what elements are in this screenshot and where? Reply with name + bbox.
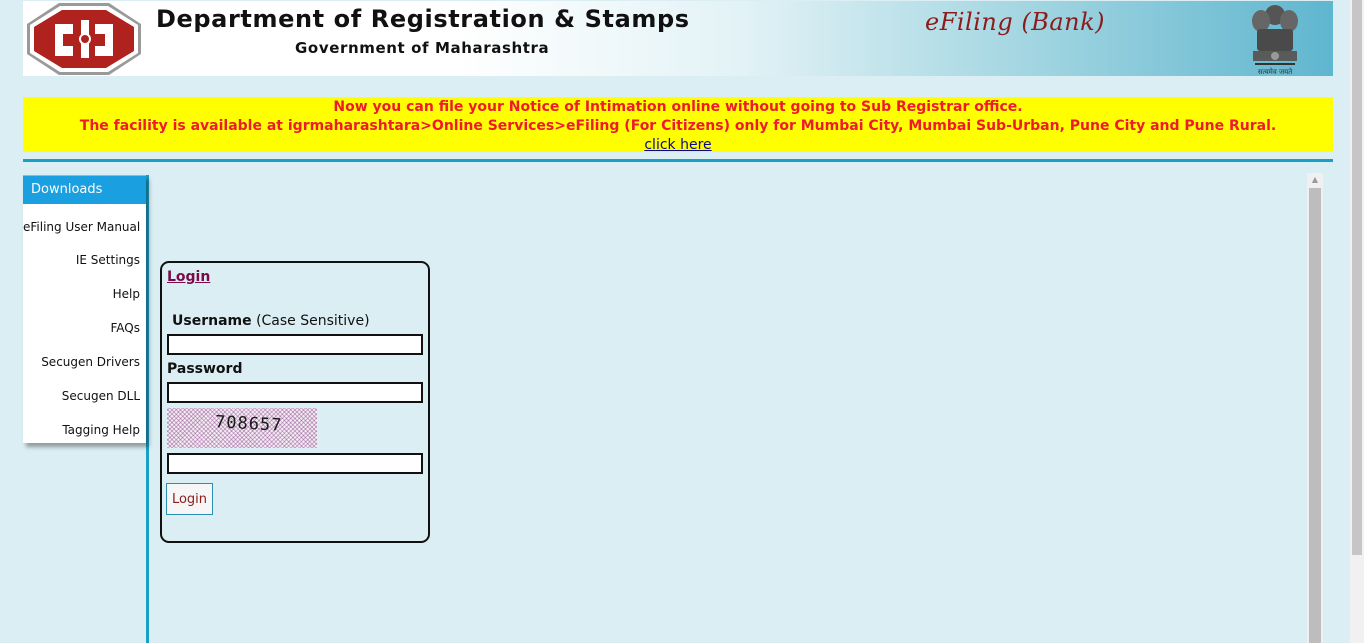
sidebar-item-ie-settings[interactable]: IE Settings [23,238,146,272]
case-sensitive-hint: (Case Sensitive) [256,313,370,329]
sidebar-item-efiling-user-manual[interactable]: eFiling User Manual [23,204,146,238]
login-panel: Login Username (Case Sensitive) Password… [160,261,430,543]
sidebar-item-tagging-help[interactable]: Tagging Help [23,408,146,442]
captcha-input[interactable] [167,453,423,474]
notice-banner: Now you can file your Notice of Intimati… [23,97,1333,155]
login-heading-link[interactable]: Login [167,269,210,285]
efiling-bank-title: eFiling (Bank) [925,8,1106,36]
login-button[interactable]: Login [166,483,213,515]
password-input[interactable] [167,382,423,403]
emblem-caption: सत्यमेव जयते [1258,67,1293,76]
department-logo-icon [27,3,141,75]
sidebar-item-secugen-dll[interactable]: Secugen DLL [23,374,146,408]
password-label: Password [167,361,243,377]
sidebar-item-help[interactable]: Help [23,272,146,306]
national-emblem-icon: सत्यमेव जयते [1252,5,1298,76]
username-label-text: Username [172,313,252,329]
department-title: Department of Registration & Stamps [156,5,690,33]
government-subtitle: Government of Maharashtra [295,39,550,57]
click-here-link[interactable]: click here [644,136,711,155]
notice-line-2: The facility is available at igrmaharash… [79,118,1277,134]
username-label: Username (Case Sensitive) [172,313,370,329]
sidebar-divider [146,175,149,643]
sidebar-item-faqs[interactable]: FAQs [23,306,146,340]
downloads-header: Downloads [23,175,146,204]
scroll-up-arrow-icon[interactable]: ▲ [1307,173,1323,187]
page-scrollbar-thumb[interactable] [1352,0,1362,555]
captcha-image: 708657 [167,408,317,448]
downloads-sidebar: Downloads eFiling User Manual IE Setting… [23,175,146,443]
header-banner: Department of Registration & Stamps Gove… [23,1,1333,76]
header-divider [23,159,1333,162]
notice-line-1: Now you can file your Notice of Intimati… [333,99,1023,115]
captcha-text: 708657 [214,412,283,436]
username-input[interactable] [167,334,423,355]
sidebar-item-secugen-drivers[interactable]: Secugen Drivers [23,340,146,374]
content-scrollbar-thumb[interactable] [1309,188,1321,643]
